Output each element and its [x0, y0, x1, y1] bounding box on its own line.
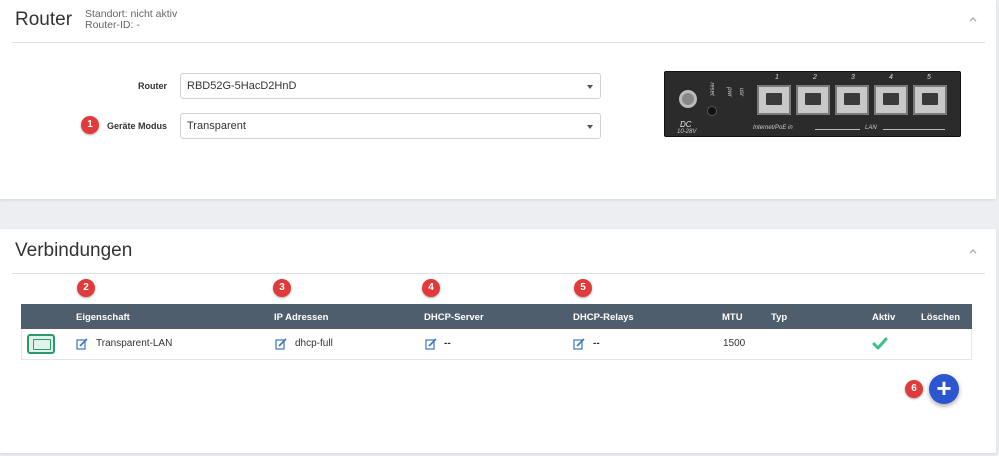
router-select-value: RBD52G-5HacD2HnD	[187, 80, 297, 92]
badge-6: 6	[905, 380, 923, 398]
dropdown-caret-icon	[587, 85, 593, 89]
router-label: Router	[138, 81, 167, 91]
edit-icon[interactable]	[76, 338, 88, 350]
plus-icon: +	[936, 373, 952, 403]
header-mtu: MTU	[722, 312, 743, 323]
device-voltage-label: 10-28V	[677, 129, 697, 135]
cell-dhcp-relays[interactable]: --	[593, 338, 600, 349]
router-card-divider	[12, 42, 985, 43]
badge-4: 4	[422, 279, 440, 297]
port-number-3: 3	[851, 74, 855, 81]
ethernet-port-4	[874, 85, 908, 115]
mode-label: Geräte Modus	[106, 121, 167, 131]
router-device-image: DC 10-28V reset pwr usr 1 2 3 4 5 Intern…	[664, 71, 961, 137]
header-dhcp-server: DHCP-Server	[424, 312, 484, 323]
header-eigenschaft: Eigenschaft	[76, 312, 130, 323]
device-dc-label: DC	[680, 120, 692, 129]
cell-eigenschaft[interactable]: Transparent-LAN	[96, 338, 172, 349]
ethernet-port-5	[913, 85, 947, 115]
connections-card-title: Verbindungen	[15, 240, 133, 261]
chevron-up-icon[interactable]	[968, 246, 978, 256]
table-row: Transparent-LAN dhcp-full -- -- 1500	[21, 329, 972, 360]
edit-icon[interactable]	[275, 338, 287, 350]
mode-select[interactable]: Transparent	[180, 113, 601, 139]
router-card-title: Router	[15, 9, 73, 30]
badge-2: 2	[77, 279, 95, 297]
mode-select-value: Transparent	[187, 120, 246, 132]
lan-line-right	[883, 129, 945, 130]
device-reset-label: reset	[708, 82, 715, 96]
lan-port-icon	[27, 334, 55, 354]
device-internet-label: Internet/PoE in	[753, 125, 793, 131]
header-loeschen: Löschen	[921, 312, 961, 323]
router-select[interactable]: RBD52G-5HacD2HnD	[180, 73, 601, 99]
header-aktiv: Aktiv	[872, 312, 896, 323]
port-number-2: 2	[813, 74, 817, 81]
device-pwr-label: pwr	[725, 87, 732, 97]
device-lan-label: LAN	[865, 125, 877, 131]
cell-ip[interactable]: dhcp-full	[295, 338, 333, 349]
edit-icon[interactable]	[573, 338, 585, 350]
check-icon[interactable]	[872, 337, 888, 351]
router-id: Router-ID: -	[85, 19, 140, 31]
cell-dhcp-server[interactable]: --	[444, 338, 451, 349]
reset-button-hole	[707, 106, 717, 116]
lan-line-left	[815, 129, 860, 130]
dc-jack	[679, 90, 697, 108]
dropdown-caret-icon	[587, 125, 593, 129]
port-number-4: 4	[889, 74, 893, 81]
header-ip-adressen: IP Adressen	[274, 312, 329, 323]
edit-icon[interactable]	[425, 338, 437, 350]
ethernet-port-3	[835, 85, 869, 115]
header-dhcp-relays: DHCP-Relays	[573, 312, 634, 323]
connections-card-divider	[12, 273, 985, 274]
chevron-up-icon[interactable]	[968, 14, 978, 24]
badge-3: 3	[273, 279, 291, 297]
ethernet-port-2	[796, 85, 830, 115]
port-number-5: 5	[927, 74, 931, 81]
ethernet-port-1	[757, 85, 791, 115]
device-usr-label: usr	[738, 87, 745, 97]
port-number-1: 1	[775, 74, 779, 81]
badge-1: 1	[81, 116, 99, 134]
router-card: Router Standort: nicht aktiv Router-ID: …	[0, 0, 996, 199]
add-connection-button[interactable]: +	[929, 374, 959, 404]
badge-5: 5	[574, 279, 592, 297]
header-typ: Typ	[771, 312, 788, 323]
cell-mtu: 1500	[723, 338, 746, 349]
connections-table-header: Eigenschaft IP Adressen DHCP-Server DHCP…	[21, 304, 972, 329]
